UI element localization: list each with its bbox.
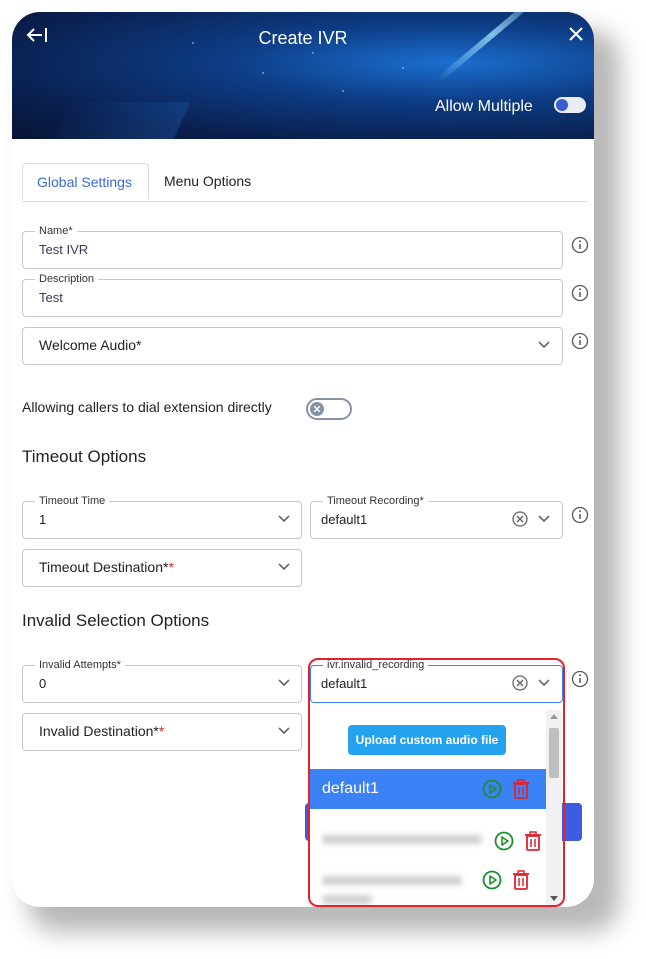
page-title: Create IVR — [258, 28, 348, 48]
chevron-down-icon — [278, 563, 290, 571]
decorative-dot — [312, 52, 314, 54]
info-icon[interactable] — [571, 284, 589, 302]
x-icon — [314, 406, 320, 412]
chevron-down-icon — [538, 515, 550, 523]
close-icon[interactable] — [568, 26, 584, 42]
name-field-label: Name* — [35, 224, 77, 238]
invalid-destination-select[interactable]: Invalid Destination** — [22, 713, 302, 751]
invalid-attempts-label: Invalid Attempts* — [35, 658, 125, 672]
welcome-audio-select[interactable]: Welcome Audio* — [22, 327, 563, 365]
timeout-time-value: 1 — [39, 512, 47, 527]
dial-extension-label: Allowing callers to dial extension direc… — [22, 399, 272, 415]
tab-bar: Global Settings Menu Options — [22, 163, 588, 202]
decorative-shape — [33, 102, 191, 139]
invalid-selection-heading: Invalid Selection Options — [22, 611, 210, 630]
timeout-time-select[interactable]: Timeout Time 1 — [22, 494, 302, 539]
decorative-dot — [262, 72, 264, 74]
invalid-attempts-value: 0 — [39, 676, 47, 691]
tab-menu-options[interactable]: Menu Options — [150, 163, 265, 200]
create-ivr-panel: Create IVR Allow Multiple Global Setting… — [12, 12, 594, 907]
name-field-value: Test IVR — [39, 242, 89, 257]
timeout-recording-label: Timeout Recording* — [323, 494, 428, 508]
decorative-dot — [342, 90, 344, 92]
chevron-down-icon — [278, 515, 290, 523]
timeout-recording-value: default1 — [321, 512, 368, 527]
timeout-time-label: Timeout Time — [35, 494, 110, 508]
invalid-destination-placeholder: Invalid Destination** — [39, 723, 165, 739]
timeout-destination-select[interactable]: Timeout Destination** — [22, 549, 302, 587]
invalid-attempts-select[interactable]: Invalid Attempts* 0 — [22, 658, 302, 703]
timeout-options-heading: Timeout Options — [22, 447, 147, 466]
timeout-destination-placeholder: Timeout Destination** — [39, 559, 174, 575]
allow-multiple-label: Allow Multiple — [435, 98, 533, 115]
tab-global-settings[interactable]: Global Settings — [22, 163, 149, 200]
name-field[interactable]: Name* Test IVR — [22, 224, 563, 269]
toggle-knob — [556, 99, 568, 111]
chevron-down-icon — [278, 727, 290, 735]
info-icon[interactable] — [571, 670, 589, 688]
info-icon[interactable] — [571, 506, 589, 524]
timeout-recording-select[interactable]: Timeout Recording* default1 — [310, 494, 563, 539]
dial-extension-toggle[interactable] — [306, 398, 352, 420]
welcome-audio-placeholder: Welcome Audio* — [39, 337, 142, 353]
chevron-down-icon — [538, 341, 550, 349]
info-icon[interactable] — [571, 332, 589, 350]
description-field-value: Test — [39, 290, 63, 305]
info-icon[interactable] — [571, 236, 589, 254]
highlight-annotation — [308, 658, 565, 907]
decorative-dot — [402, 67, 404, 69]
description-field-label: Description — [35, 272, 99, 286]
description-field[interactable]: Description Test — [22, 272, 563, 317]
chevron-down-icon — [278, 679, 290, 687]
header-banner: Create IVR Allow Multiple — [12, 12, 594, 139]
clear-icon[interactable] — [512, 511, 528, 527]
allow-multiple-toggle[interactable] — [554, 97, 586, 113]
